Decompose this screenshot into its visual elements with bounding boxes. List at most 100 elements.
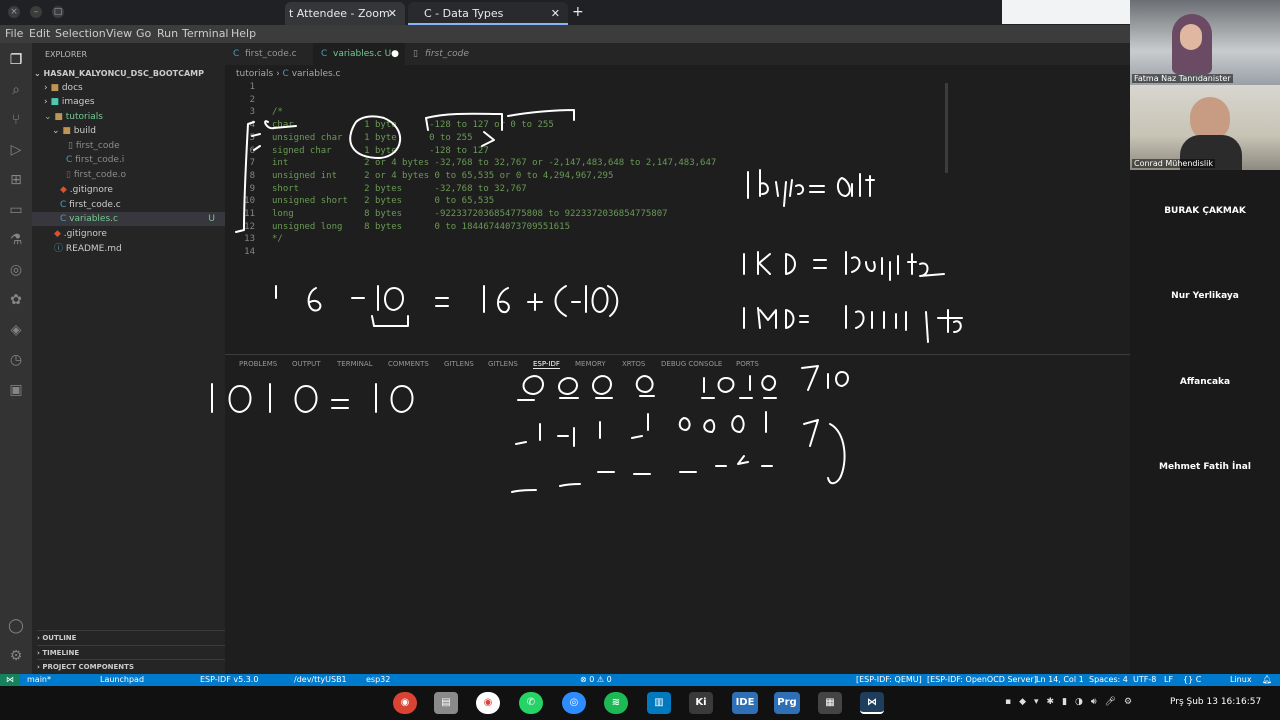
tab-comments[interactable]: COMMENTS xyxy=(388,360,429,368)
menu-run[interactable]: Run xyxy=(157,27,178,40)
section-outline[interactable]: › OUTLINE xyxy=(37,630,230,644)
settings-panel-icon[interactable]: ▣ xyxy=(7,381,25,399)
participant-tile-2[interactable]: Nur Yerlikaya xyxy=(1130,291,1280,301)
bell-icon[interactable]: 🔔︎ xyxy=(1262,674,1272,686)
explorer-icon[interactable]: ❐ xyxy=(7,51,25,69)
editor-tab-first-code-c[interactable]: Cfirst_code.c xyxy=(225,43,313,65)
code-line[interactable]: 2 xyxy=(225,94,1105,107)
folder-images[interactable]: › ■ images xyxy=(44,95,237,109)
cursor-position-status[interactable]: Ln 14, Col 1 xyxy=(1036,674,1084,686)
editor-tab-first-code[interactable]: ▯ first_code xyxy=(405,43,485,65)
code-line[interactable]: 14 xyxy=(225,246,1105,259)
eol-status[interactable]: LF xyxy=(1164,674,1173,686)
whatsapp-icon[interactable]: ✆ xyxy=(519,692,543,714)
tray-icons[interactable]: ▪◆▾✱▮◑🔊︎🎤︎⚙ xyxy=(1005,697,1140,707)
qemu-status[interactable]: [ESP-IDF: QEMU] xyxy=(856,674,922,686)
bug-icon[interactable]: ✿ xyxy=(7,291,25,309)
participant-tile-4[interactable]: Mehmet Fatih İnal xyxy=(1130,462,1280,472)
tab-output[interactable]: OUTPUT xyxy=(292,360,321,368)
encoding-status[interactable]: UTF-8 xyxy=(1133,674,1156,686)
minimap-scroll[interactable] xyxy=(945,83,948,173)
editor-tab-variables-c[interactable]: Cvariables.c U ● xyxy=(313,43,405,65)
esp-idf-icon[interactable]: ◎ xyxy=(7,261,25,279)
code-line[interactable]: 3 /* xyxy=(225,106,1105,119)
menu-selection[interactable]: Selection xyxy=(55,27,106,40)
participant-video-2[interactable]: Conrad Mühendislik xyxy=(1130,85,1280,170)
code-line[interactable]: 1 xyxy=(225,81,1105,94)
tab-esp-idf[interactable]: ESP-IDF xyxy=(533,360,560,369)
code-line[interactable]: 6 signed char 1 byte -128 to 127 xyxy=(225,145,1105,158)
code-line[interactable]: 7 int 2 or 4 bytes -32,768 to 32,767 or -… xyxy=(225,157,1105,170)
menu-view[interactable]: View xyxy=(106,27,132,40)
search-icon[interactable]: ⌕ xyxy=(7,81,25,99)
gitlens-icon[interactable]: ◈ xyxy=(7,321,25,339)
close-tab-icon[interactable]: ✕ xyxy=(388,2,397,25)
unsaved-dot-icon[interactable]: ● xyxy=(391,43,399,65)
code-line[interactable]: 10 unsigned short 2 bytes 0 to 65,535 xyxy=(225,195,1105,208)
tab-memory[interactable]: MEMORY xyxy=(575,360,606,368)
app-prg[interactable]: Prg xyxy=(774,692,800,714)
extensions-icon[interactable]: ⊞ xyxy=(7,171,25,189)
remote-icon[interactable]: ⋈ xyxy=(0,674,20,686)
close-tab-icon[interactable]: ✕ xyxy=(551,2,560,23)
menu-go[interactable]: Go xyxy=(136,27,151,40)
tab-terminal[interactable]: TERMINAL xyxy=(337,360,373,368)
code-line[interactable]: 11 long 8 bytes -9223372036854775808 to 9… xyxy=(225,208,1105,221)
menu-file[interactable]: File xyxy=(5,27,23,40)
tab-gitlens[interactable]: GITLENS xyxy=(444,360,474,368)
source-control-icon[interactable]: ⑂ xyxy=(7,111,25,129)
tab-debug-console[interactable]: DEBUG CONSOLE xyxy=(661,360,722,368)
chrome-icon[interactable]: ◉ xyxy=(476,692,500,714)
workspace-root[interactable]: ⌄ HASAN_KALYONCU_DSC_BOOTCAMP xyxy=(34,67,227,81)
tab-xrtos[interactable]: XRTOS xyxy=(622,360,645,368)
launchpad-status[interactable]: Launchpad xyxy=(100,674,144,686)
testing-icon[interactable]: ⚗ xyxy=(7,231,25,249)
minimize-window-icon[interactable]: – xyxy=(30,6,42,18)
code-line[interactable]: 9 short 2 bytes -32,768 to 32,767 xyxy=(225,183,1105,196)
spotify-icon[interactable]: ≋ xyxy=(604,692,628,714)
close-window-icon[interactable]: × xyxy=(8,6,20,18)
code-line[interactable]: 12 unsigned long 8 bytes 0 to 18446744073… xyxy=(225,221,1105,234)
breadcrumb-folder[interactable]: tutorials xyxy=(236,69,273,79)
account-icon[interactable]: ◯ xyxy=(7,617,25,635)
code-line[interactable]: 5 unsigned char 1 byte 0 to 255 xyxy=(225,132,1105,145)
participant-tile-1[interactable]: BURAK ÇAKMAK xyxy=(1130,206,1280,216)
tab-problems[interactable]: PROBLEMS xyxy=(239,360,277,368)
file-readme[interactable]: ⓘ README.md xyxy=(54,242,247,256)
participant-tile-3[interactable]: Affancaka xyxy=(1130,377,1280,387)
clock[interactable]: Prş Şub 13 16:16:57 xyxy=(1170,697,1261,707)
serial-port-status[interactable]: /dev/ttyUSB1 xyxy=(294,674,347,686)
participant-video-1[interactable]: Fatma Naz Tanrıdanister xyxy=(1130,0,1280,85)
menu-help[interactable]: Help xyxy=(231,27,256,40)
code-line[interactable]: 8 unsigned int 2 or 4 bytes 0 to 65,535 o… xyxy=(225,170,1105,183)
folder-build[interactable]: ⌄ ■ build xyxy=(52,124,245,138)
folder-tutorials[interactable]: ⌄ ■ tutorials xyxy=(44,110,237,124)
browser-tab-c-data-types[interactable]: C - Data Types ✕ xyxy=(408,2,568,25)
indentation-status[interactable]: Spaces: 4 xyxy=(1089,674,1128,686)
menu-terminal[interactable]: Terminal xyxy=(182,27,229,40)
breadcrumb-file[interactable]: variables.c xyxy=(292,69,341,79)
section-project-components[interactable]: › PROJECT COMPONENTS xyxy=(37,659,230,673)
tab-gitlens-2[interactable]: GITLENS xyxy=(488,360,518,368)
zoom-icon[interactable]: ◎ xyxy=(562,692,586,714)
run-debug-icon[interactable]: ▷ xyxy=(7,141,25,159)
os-status[interactable]: Linux xyxy=(1230,674,1252,686)
remote-explorer-icon[interactable]: ▭ xyxy=(7,201,25,219)
app-zoom-red-icon[interactable]: ◉ xyxy=(393,692,417,714)
problems-status[interactable]: ⊗ 0 ⚠ 0 xyxy=(580,674,612,686)
files-icon[interactable]: ▤ xyxy=(434,692,458,714)
openocd-status[interactable]: [ESP-IDF: OpenOCD Server] xyxy=(927,674,1037,686)
screen-icon[interactable]: ▦ xyxy=(818,692,842,714)
file-variables-c[interactable]: C variables.c U xyxy=(32,212,225,226)
folder-docs[interactable]: › ■ docs xyxy=(44,81,237,95)
app-ki[interactable]: Ki xyxy=(689,692,713,714)
esp-idf-version-status[interactable]: ESP-IDF v5.3.0 xyxy=(200,674,258,686)
file-gitignore-root[interactable]: ◆ .gitignore xyxy=(54,227,247,241)
trello-icon[interactable]: ▥ xyxy=(647,692,671,714)
menu-edit[interactable]: Edit xyxy=(29,27,50,40)
section-timeline[interactable]: › TIMELINE xyxy=(37,645,230,659)
new-tab-button[interactable]: + xyxy=(572,4,584,20)
code-line[interactable]: 4 char 1 byte -128 to 127 or 0 to 255 xyxy=(225,119,1105,132)
tab-ports[interactable]: PORTS xyxy=(736,360,759,368)
gear-icon[interactable]: ⚙ xyxy=(7,647,25,665)
